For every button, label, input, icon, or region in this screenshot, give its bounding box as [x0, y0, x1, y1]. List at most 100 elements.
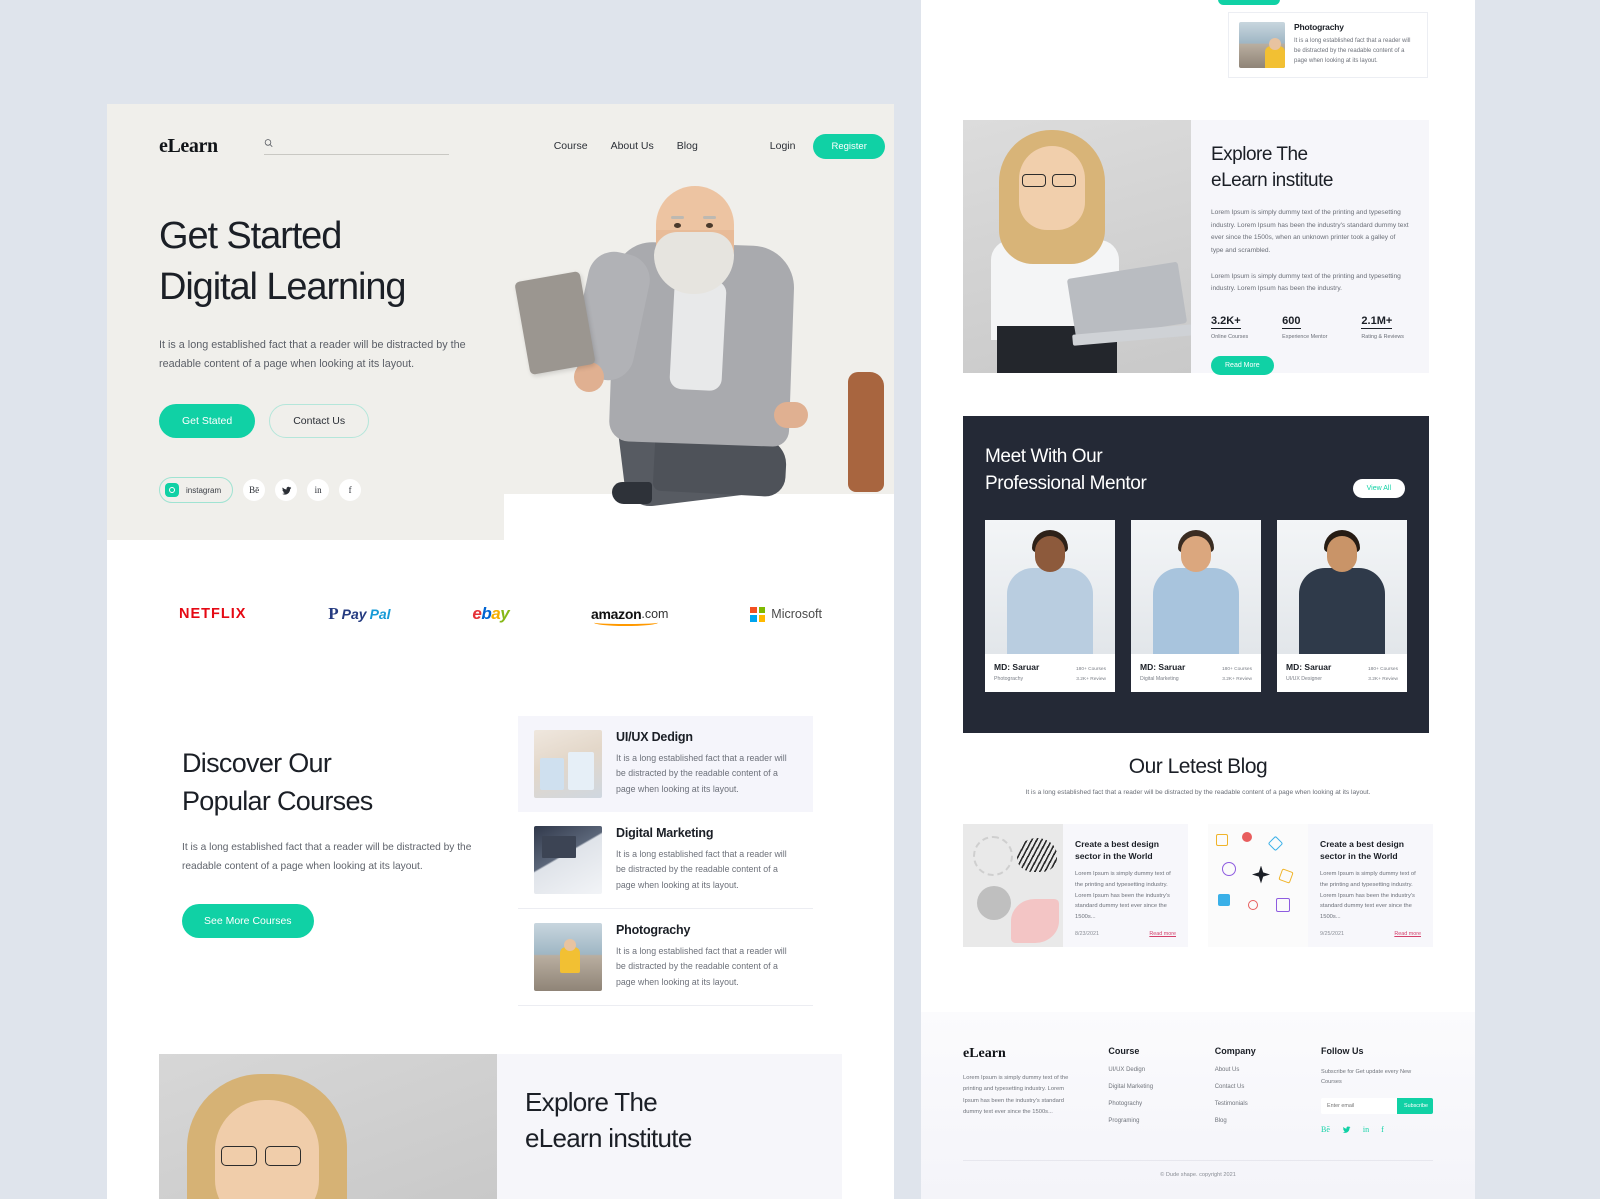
hero-illustration: [504, 104, 894, 540]
behance-icon[interactable]: Bē: [1321, 1125, 1330, 1136]
mentor-card[interactable]: MD: Saruar 180+ Courses Digital Marketin…: [1131, 519, 1261, 692]
contact-us-button[interactable]: Contact Us: [269, 404, 370, 438]
hero-title-line2: Digital Learning: [159, 266, 407, 309]
amazon-smile-icon: [594, 619, 659, 626]
mentor-card[interactable]: MD: Saruar 180+ Courses UI/UX Designer 3…: [1277, 519, 1407, 692]
mentor-review: 3.2K+ Review: [1222, 676, 1252, 682]
footer-link-uiux[interactable]: UI/UX Dedign: [1108, 1067, 1186, 1073]
footer-link-programing[interactable]: Programing: [1108, 1118, 1186, 1124]
search-icon: [264, 139, 273, 147]
footer-follow-column: Follow Us Subscribe for Get update every…: [1320, 1046, 1433, 1136]
instagram-label: instagram: [186, 485, 222, 495]
see-more-courses-button-cropped[interactable]: [1218, 0, 1280, 5]
mentor-title: Meet With Our Professional Mentor: [985, 444, 1147, 498]
blog-thumbnail: [1208, 823, 1308, 947]
facebook-icon[interactable]: f: [1381, 1125, 1384, 1136]
view-all-button[interactable]: View All: [1352, 478, 1405, 498]
footer-link-blog[interactable]: Blog: [1215, 1118, 1293, 1124]
course-thumbnail: [1239, 22, 1285, 68]
footer-course-heading: Course: [1108, 1046, 1140, 1056]
hero-title-line1: Get Started: [159, 215, 342, 257]
footer-link-photography[interactable]: Photograchy: [1108, 1101, 1186, 1107]
footer-logo[interactable]: eLearn: [963, 1046, 1080, 1062]
footer-course-column: Course UI/UX Dedign Digital Marketing Ph…: [1108, 1046, 1186, 1136]
mentor-courses: 180+ Courses: [1222, 666, 1252, 672]
explore-paragraph-2: Lorem Ipsum is simply dummy text of the …: [1211, 272, 1401, 293]
brand-logo[interactable]: eLearn: [159, 135, 218, 158]
footer-divider: [963, 1160, 1433, 1161]
glasses-icon: [1021, 174, 1083, 187]
twitter-icon[interactable]: [1342, 1125, 1351, 1136]
artboard-left: eLearn Course About Us Blog Login Regist…: [107, 104, 894, 1199]
behance-icon[interactable]: Bē: [243, 479, 266, 501]
hero-title: Get Started Digital Learning: [159, 211, 489, 314]
blog-footer: 9/25/2021 Read more: [1320, 931, 1421, 937]
email-field[interactable]: [1320, 1097, 1397, 1114]
course-card-uiux[interactable]: UI/UX Dedign It is a long established fa…: [518, 716, 813, 812]
course-thumbnail: [534, 826, 602, 894]
linkedin-icon[interactable]: in: [307, 479, 330, 501]
brand-microsoft: Microsoft: [750, 606, 822, 622]
get-started-button[interactable]: Get Stated: [159, 404, 256, 438]
blog-card[interactable]: Create a best design sector in the World…: [1208, 823, 1433, 947]
mentor-name: MD: Saruar: [1140, 661, 1186, 672]
course-thumbnail: [534, 730, 602, 798]
blog-cards: Create a best design sector in the World…: [921, 800, 1475, 947]
instagram-pill[interactable]: instagram: [159, 477, 234, 503]
partner-logos-strip: NETFLIX P Pay Pal ebay amazon .com Microso…: [107, 540, 894, 688]
course-card-photography[interactable]: Photograchy It is a long established fac…: [518, 909, 813, 1006]
footer-company-column: Company About Us Contact Us Testimonials…: [1215, 1046, 1293, 1136]
mentor-info: MD: Saruar 180+ Courses Digital Marketin…: [1131, 654, 1261, 692]
see-more-courses-button[interactable]: See More Courses: [182, 904, 314, 939]
footer-link-digital-marketing[interactable]: Digital Marketing: [1108, 1084, 1186, 1090]
read-more-link[interactable]: Read more: [1149, 931, 1176, 937]
course-card-photography-top[interactable]: Photograchy It is a long established fac…: [1228, 12, 1428, 78]
mentor-card[interactable]: MD: Saruar 180+ Courses Photograchy 3.2K…: [985, 519, 1115, 692]
blog-date: 9/25/2021: [1320, 930, 1344, 937]
linkedin-icon[interactable]: in: [1363, 1125, 1369, 1136]
course-card-digital-marketing[interactable]: Digital Marketing It is a long establish…: [518, 812, 813, 909]
footer-follow-heading: Follow Us: [1320, 1046, 1364, 1056]
mentor-header: Meet With Our Professional Mentor View A…: [963, 416, 1429, 498]
footer-link-contact-us[interactable]: Contact Us: [1215, 1084, 1293, 1090]
footer-link-testimonials[interactable]: Testimonials: [1215, 1101, 1293, 1107]
glasses-icon: [219, 1146, 315, 1166]
explore-card: Explore The eLearn institute Lorem Ipsum…: [1191, 120, 1429, 375]
course-description: It is a long established fact that a rea…: [616, 753, 787, 794]
explore-photo: [159, 1054, 497, 1199]
mentor-role: UI/UX Designer: [1286, 675, 1323, 682]
footer-social-icons: Bē in f: [1321, 1125, 1433, 1136]
microsoft-icon: [750, 606, 766, 622]
mentor-photo: [985, 519, 1115, 654]
footer: eLearn Lorem Ipsum is simply dummy text …: [921, 1012, 1475, 1199]
facebook-icon[interactable]: f: [339, 479, 362, 501]
explore-title-line2: eLearn institute: [1211, 170, 1333, 192]
course-description: It is a long established fact that a rea…: [616, 849, 787, 890]
mentor-cards: MD: Saruar 180+ Courses Photograchy 3.2K…: [963, 498, 1429, 692]
blog-date: 8/23/2021: [1075, 930, 1099, 937]
read-more-button[interactable]: Read More: [1211, 355, 1274, 375]
courses-list: UI/UX Dedign It is a long established fa…: [518, 716, 813, 1006]
subscribe-button[interactable]: Subscribe: [1396, 1097, 1433, 1114]
right-top-strip: Photograchy It is a long established fac…: [921, 0, 1475, 104]
blog-card[interactable]: Create a best design sector in the World…: [963, 823, 1188, 947]
mentor-name: MD: Saruar: [994, 661, 1040, 672]
mentor-role: Digital Marketing: [1140, 675, 1179, 682]
twitter-icon[interactable]: [275, 479, 298, 501]
footer-link-about-us[interactable]: About Us: [1215, 1067, 1293, 1073]
courses-title-line1: Discover Our: [182, 748, 332, 778]
instagram-icon: [165, 483, 179, 497]
blog-subtitle: It is a long established fact that a rea…: [1025, 789, 1371, 796]
search-input[interactable]: [279, 137, 449, 149]
artboard-right: Photograchy It is a long established fac…: [921, 0, 1475, 1199]
course-thumbnail: [534, 923, 602, 991]
hero-paragraph: It is a long established fact that a rea…: [159, 338, 466, 370]
course-title: Digital Marketing: [616, 826, 714, 840]
brand-netflix: NETFLIX: [179, 606, 247, 622]
mentor-photo: [1277, 519, 1407, 654]
explore-section-left: Explore The eLearn institute: [159, 1054, 842, 1199]
search-box[interactable]: [263, 137, 449, 155]
mentor-name: MD: Saruar: [1286, 661, 1332, 672]
page-canvas: eLearn Course About Us Blog Login Regist…: [0, 0, 1600, 1199]
read-more-link[interactable]: Read more: [1394, 931, 1421, 937]
